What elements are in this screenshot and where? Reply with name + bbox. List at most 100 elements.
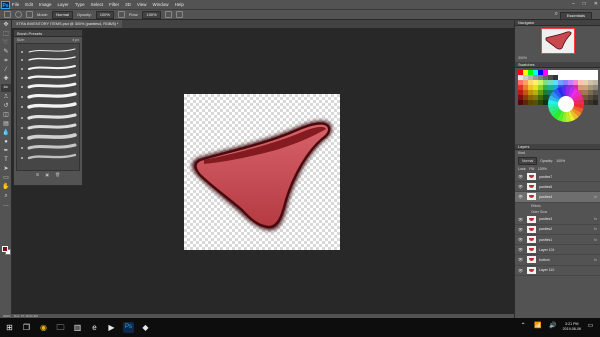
eyedropper-tool-icon[interactable]: ⁄ bbox=[1, 66, 11, 74]
foreground-color-swatch[interactable] bbox=[2, 246, 8, 252]
search-icon[interactable]: ⌕ bbox=[555, 11, 558, 18]
layer-name[interactable]: Layer 110 bbox=[539, 268, 554, 272]
start-windows-icon[interactable]: ⊞ bbox=[4, 322, 15, 333]
layer-fx-badge[interactable]: fx bbox=[594, 195, 597, 199]
layer-row[interactable]: 👁 panties4 fx bbox=[515, 192, 600, 203]
brush-stroke-8[interactable] bbox=[27, 113, 77, 120]
explorer-folder-icon[interactable]: 🗀 bbox=[55, 322, 66, 333]
layer-row[interactable]: 👁 Layer 110 bbox=[515, 266, 600, 276]
network-icon[interactable]: 📶 bbox=[533, 321, 544, 332]
menu-item-select[interactable]: Select bbox=[91, 2, 104, 7]
visibility-eye-icon[interactable]: 👁 bbox=[518, 227, 523, 232]
visibility-eye-icon[interactable]: 👁 bbox=[518, 194, 523, 199]
brush-stroke-5[interactable] bbox=[27, 82, 77, 89]
flow-field[interactable]: 100% bbox=[142, 10, 161, 19]
pen-tool-icon[interactable]: ✒ bbox=[1, 147, 11, 155]
tray-up-arrow-icon[interactable]: ⌃ bbox=[518, 321, 529, 332]
volume-icon[interactable]: 🔊 bbox=[548, 321, 559, 332]
marquee-tool-icon[interactable]: ⬚ bbox=[1, 30, 11, 38]
crop-tool-icon[interactable]: ⌗ bbox=[1, 57, 11, 65]
pressure-size-icon[interactable] bbox=[175, 11, 183, 18]
layer-name[interactable]: panties4 bbox=[539, 195, 552, 199]
layer-fx-badge[interactable]: fx bbox=[594, 227, 597, 231]
visibility-eye-icon[interactable]: 👁 bbox=[518, 184, 523, 189]
layer-name[interactable]: panties1 bbox=[539, 238, 552, 242]
more-tools-icon[interactable]: … bbox=[1, 201, 11, 209]
layer-fill-field[interactable]: 100% bbox=[538, 167, 547, 171]
navigator-tab[interactable]: Navigator bbox=[515, 20, 600, 26]
minimize-button[interactable]: – bbox=[572, 1, 575, 7]
shape-tool-icon[interactable]: ▭ bbox=[1, 174, 11, 182]
menu-item-file[interactable]: File bbox=[12, 2, 19, 7]
menu-item-window[interactable]: Window bbox=[153, 2, 169, 7]
layer-row[interactable]: 👁 panties5 bbox=[515, 182, 600, 193]
chrome-browser-icon[interactable]: ◉ bbox=[38, 322, 49, 333]
brush-stroke-3[interactable] bbox=[28, 65, 76, 70]
canvas-area[interactable] bbox=[12, 28, 514, 314]
layer-name[interactable]: bottom bbox=[539, 258, 550, 262]
menu-item-layer[interactable]: Layer bbox=[58, 2, 69, 7]
brush-stroke-1[interactable] bbox=[28, 48, 76, 53]
brush-stroke-10[interactable] bbox=[27, 133, 77, 140]
brush-stroke-4[interactable] bbox=[27, 73, 77, 80]
eraser-tool-icon[interactable]: ◫ bbox=[1, 111, 11, 119]
brush-picker-icon[interactable] bbox=[15, 11, 22, 18]
media-player-icon[interactable]: ▶ bbox=[106, 322, 117, 333]
brush-panel-toggle-icon[interactable]: ⊞ bbox=[36, 172, 39, 177]
taskbar-clock[interactable]: 3:21 PM 2019-08-06 bbox=[563, 322, 581, 332]
new-preset-icon[interactable]: ▣ bbox=[45, 172, 49, 177]
move-tool-icon[interactable]: ✥ bbox=[1, 21, 11, 29]
layer-fx-badge[interactable]: fx bbox=[594, 258, 597, 262]
brush-stroke-6[interactable] bbox=[27, 92, 77, 99]
menu-item-edit[interactable]: Edit bbox=[25, 2, 33, 7]
lasso-tool-icon[interactable]: ➰ bbox=[1, 39, 11, 47]
menu-item-view[interactable]: View bbox=[137, 2, 147, 7]
dodge-tool-icon[interactable]: ● bbox=[1, 138, 11, 146]
zoom-tool-icon[interactable]: ⌕ bbox=[1, 192, 11, 200]
menu-item-help[interactable]: Help bbox=[175, 2, 184, 7]
opacity-field[interactable]: 100% bbox=[95, 10, 114, 19]
path-select-tool-icon[interactable]: ➤ bbox=[1, 165, 11, 173]
delete-preset-icon[interactable]: 🗑 bbox=[55, 172, 60, 177]
brush-tool-preset-icon[interactable] bbox=[4, 11, 11, 18]
brush-stroke-11[interactable] bbox=[27, 143, 77, 150]
brush-stroke-9[interactable] bbox=[27, 123, 77, 130]
document-tab[interactable]: XTRA INVENTORY ITEMS.psd @ 300% (panties… bbox=[12, 20, 123, 28]
gradient-tool-icon[interactable]: ▤ bbox=[1, 120, 11, 128]
document-canvas[interactable] bbox=[184, 94, 340, 250]
mode-select[interactable]: Normal bbox=[52, 10, 74, 19]
menu-item-type[interactable]: Type bbox=[75, 2, 85, 7]
filter-kind-select[interactable]: Kind bbox=[518, 151, 525, 155]
swatch-grid[interactable] bbox=[518, 70, 598, 142]
visibility-eye-icon[interactable]: 👁 bbox=[518, 174, 523, 179]
layer-fx-badge[interactable]: fx bbox=[594, 238, 597, 242]
visibility-eye-icon[interactable]: 👁 bbox=[518, 257, 523, 262]
airbrush-icon[interactable] bbox=[164, 11, 172, 18]
layer-row[interactable]: 👁 Layer 101 bbox=[515, 245, 600, 256]
clone-stamp-tool-icon[interactable]: ⎍ bbox=[1, 93, 11, 101]
hand-tool-icon[interactable]: ✋ bbox=[1, 183, 11, 191]
visibility-eye-icon[interactable]: 👁 bbox=[518, 247, 523, 252]
layer-row[interactable]: 👁 panties3 fx bbox=[515, 215, 600, 225]
visibility-eye-icon[interactable]: 👁 bbox=[518, 268, 523, 273]
layer-row[interactable]: 👁 panties1 fx bbox=[515, 235, 600, 246]
brush-tool-icon[interactable]: ✏ bbox=[1, 84, 11, 92]
layer-name[interactable]: panties3 bbox=[539, 217, 552, 221]
healing-tool-icon[interactable]: ✚ bbox=[1, 75, 11, 83]
layer-blend-select[interactable]: Normal bbox=[518, 157, 538, 165]
navigator-preview[interactable] bbox=[540, 28, 575, 54]
task-view-icon[interactable]: ❐ bbox=[21, 322, 32, 333]
blur-tool-icon[interactable]: 💧 bbox=[1, 129, 11, 137]
brush-preset-list[interactable] bbox=[16, 43, 80, 171]
layer-name[interactable]: panties2 bbox=[539, 227, 552, 231]
visibility-eye-icon[interactable]: 👁 bbox=[518, 237, 523, 242]
notifications-icon[interactable]: ▭ bbox=[585, 321, 596, 332]
layer-fx-badge[interactable]: fx bbox=[594, 217, 597, 221]
workspace-select[interactable]: Essentials bbox=[559, 12, 592, 20]
brush-stroke-7[interactable] bbox=[27, 102, 77, 109]
toggle-brush-panel-icon[interactable] bbox=[26, 11, 33, 18]
layer-name[interactable]: Layer 101 bbox=[539, 248, 555, 252]
layer-row[interactable]: 👁 bottom fx bbox=[515, 255, 600, 266]
brush-stroke-2[interactable] bbox=[28, 56, 76, 61]
layer-row[interactable]: 👁 panties7 bbox=[515, 172, 600, 183]
